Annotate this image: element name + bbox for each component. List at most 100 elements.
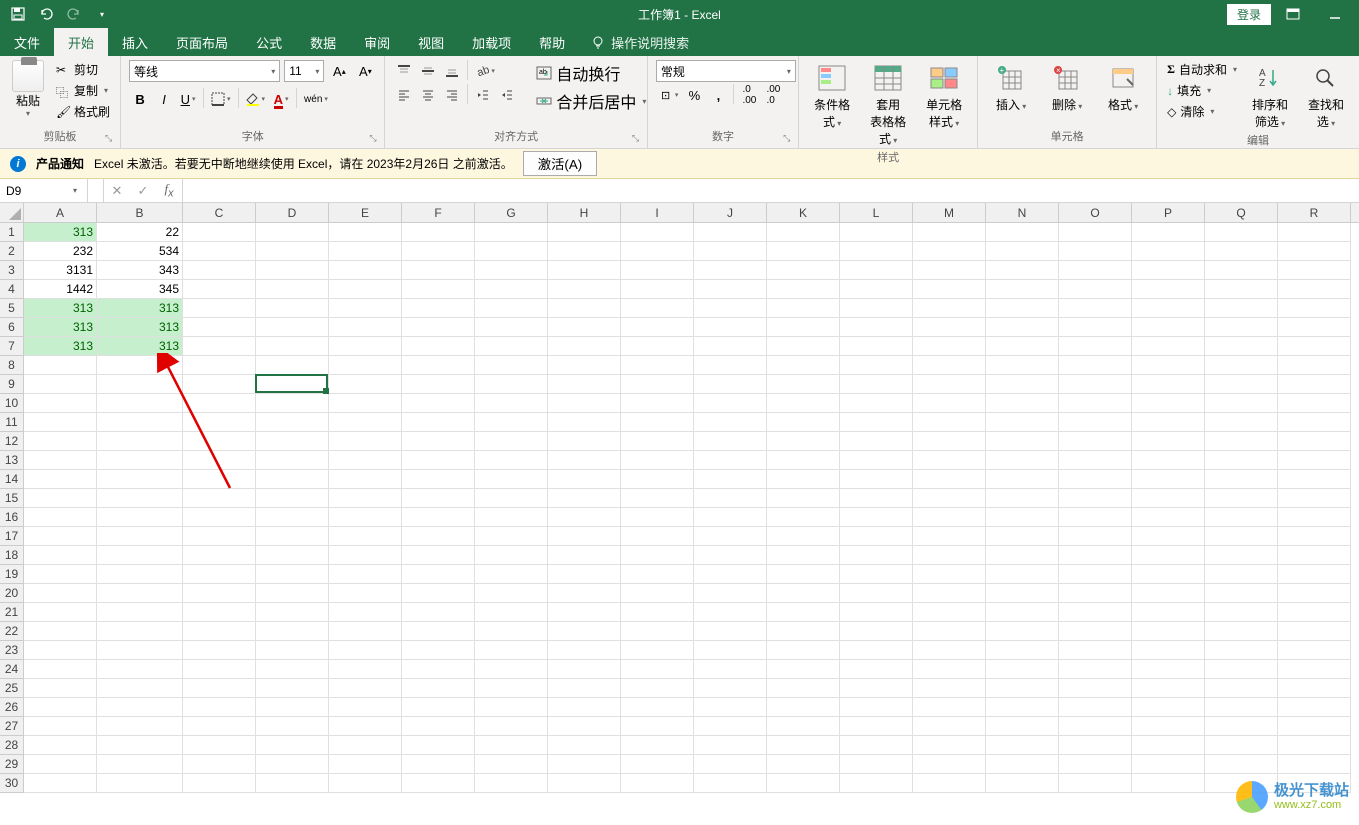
cell-L19[interactable] xyxy=(840,565,913,584)
cell-B16[interactable] xyxy=(97,508,183,527)
cell-F20[interactable] xyxy=(402,584,475,603)
cell-H11[interactable] xyxy=(548,413,621,432)
increase-decimal-button[interactable]: .0.00 xyxy=(738,84,760,106)
row-header-28[interactable]: 28 xyxy=(0,736,23,755)
name-box[interactable]: D9 ▾ xyxy=(0,179,88,202)
cell-G12[interactable] xyxy=(475,432,548,451)
cell-I20[interactable] xyxy=(621,584,694,603)
cell-E11[interactable] xyxy=(329,413,402,432)
cell-A19[interactable] xyxy=(24,565,97,584)
cell-I23[interactable] xyxy=(621,641,694,660)
cell-B29[interactable] xyxy=(97,755,183,774)
cell-K28[interactable] xyxy=(767,736,840,755)
cell-C10[interactable] xyxy=(183,394,256,413)
orientation-button[interactable]: ab xyxy=(472,60,498,82)
cell-H27[interactable] xyxy=(548,717,621,736)
cell-M11[interactable] xyxy=(913,413,986,432)
cell-G10[interactable] xyxy=(475,394,548,413)
cell-A1[interactable]: 313 xyxy=(24,223,97,242)
cell-A23[interactable] xyxy=(24,641,97,660)
cell-F23[interactable] xyxy=(402,641,475,660)
cell-O9[interactable] xyxy=(1059,375,1132,394)
cell-L12[interactable] xyxy=(840,432,913,451)
cell-L21[interactable] xyxy=(840,603,913,622)
cell-R14[interactable] xyxy=(1278,470,1351,489)
cell-F9[interactable] xyxy=(402,375,475,394)
cell-H10[interactable] xyxy=(548,394,621,413)
cell-P18[interactable] xyxy=(1132,546,1205,565)
cell-L2[interactable] xyxy=(840,242,913,261)
cell-G30[interactable] xyxy=(475,774,548,793)
cell-R11[interactable] xyxy=(1278,413,1351,432)
cell-A17[interactable] xyxy=(24,527,97,546)
cell-D1[interactable] xyxy=(256,223,329,242)
cell-F7[interactable] xyxy=(402,337,475,356)
cell-A12[interactable] xyxy=(24,432,97,451)
cell-R19[interactable] xyxy=(1278,565,1351,584)
cell-R8[interactable] xyxy=(1278,356,1351,375)
cell-O4[interactable] xyxy=(1059,280,1132,299)
cell-R3[interactable] xyxy=(1278,261,1351,280)
column-header-O[interactable]: O xyxy=(1059,203,1132,222)
cell-N3[interactable] xyxy=(986,261,1059,280)
select-all-button[interactable] xyxy=(0,203,24,223)
cell-F12[interactable] xyxy=(402,432,475,451)
cell-H12[interactable] xyxy=(548,432,621,451)
row-header-8[interactable]: 8 xyxy=(0,356,23,375)
cell-L29[interactable] xyxy=(840,755,913,774)
cell-F17[interactable] xyxy=(402,527,475,546)
cell-K20[interactable] xyxy=(767,584,840,603)
cell-D12[interactable] xyxy=(256,432,329,451)
cell-H18[interactable] xyxy=(548,546,621,565)
cell-H21[interactable] xyxy=(548,603,621,622)
cell-L5[interactable] xyxy=(840,299,913,318)
cell-C20[interactable] xyxy=(183,584,256,603)
cell-F13[interactable] xyxy=(402,451,475,470)
paste-button[interactable]: 粘贴 ▾ xyxy=(8,60,48,128)
format-cells-button[interactable]: 格式 xyxy=(1098,60,1148,128)
cell-E1[interactable] xyxy=(329,223,402,242)
cell-J3[interactable] xyxy=(694,261,767,280)
cell-P26[interactable] xyxy=(1132,698,1205,717)
cell-A2[interactable]: 232 xyxy=(24,242,97,261)
tab-addins[interactable]: 加载项 xyxy=(458,28,525,56)
cell-P14[interactable] xyxy=(1132,470,1205,489)
cell-D25[interactable] xyxy=(256,679,329,698)
cell-O12[interactable] xyxy=(1059,432,1132,451)
cell-B23[interactable] xyxy=(97,641,183,660)
cells-container[interactable]: 3132223253431313431442345313313313313313… xyxy=(24,223,1359,821)
cancel-formula-button[interactable]: ✕ xyxy=(104,183,130,199)
cell-F1[interactable] xyxy=(402,223,475,242)
cell-F28[interactable] xyxy=(402,736,475,755)
cell-O8[interactable] xyxy=(1059,356,1132,375)
cell-B1[interactable]: 22 xyxy=(97,223,183,242)
cell-C1[interactable] xyxy=(183,223,256,242)
cell-L7[interactable] xyxy=(840,337,913,356)
row-header-1[interactable]: 1 xyxy=(0,223,23,242)
cell-Q17[interactable] xyxy=(1205,527,1278,546)
cell-E13[interactable] xyxy=(329,451,402,470)
cell-K17[interactable] xyxy=(767,527,840,546)
number-format-combo[interactable]: 常规▾ xyxy=(656,60,796,82)
cell-K12[interactable] xyxy=(767,432,840,451)
cell-E26[interactable] xyxy=(329,698,402,717)
cell-N12[interactable] xyxy=(986,432,1059,451)
cell-M21[interactable] xyxy=(913,603,986,622)
cell-G18[interactable] xyxy=(475,546,548,565)
alignment-dialog-launcher[interactable]: ⤡ xyxy=(632,133,644,145)
cell-C15[interactable] xyxy=(183,489,256,508)
cell-R21[interactable] xyxy=(1278,603,1351,622)
cell-E30[interactable] xyxy=(329,774,402,793)
clear-button[interactable]: ◇清除▾ xyxy=(1165,102,1239,121)
cell-I2[interactable] xyxy=(621,242,694,261)
cell-H4[interactable] xyxy=(548,280,621,299)
cell-I6[interactable] xyxy=(621,318,694,337)
cell-Q28[interactable] xyxy=(1205,736,1278,755)
column-header-B[interactable]: B xyxy=(97,203,183,222)
cell-M24[interactable] xyxy=(913,660,986,679)
cell-J6[interactable] xyxy=(694,318,767,337)
cell-E15[interactable] xyxy=(329,489,402,508)
tab-formulas[interactable]: 公式 xyxy=(242,28,296,56)
cell-E4[interactable] xyxy=(329,280,402,299)
cell-N7[interactable] xyxy=(986,337,1059,356)
